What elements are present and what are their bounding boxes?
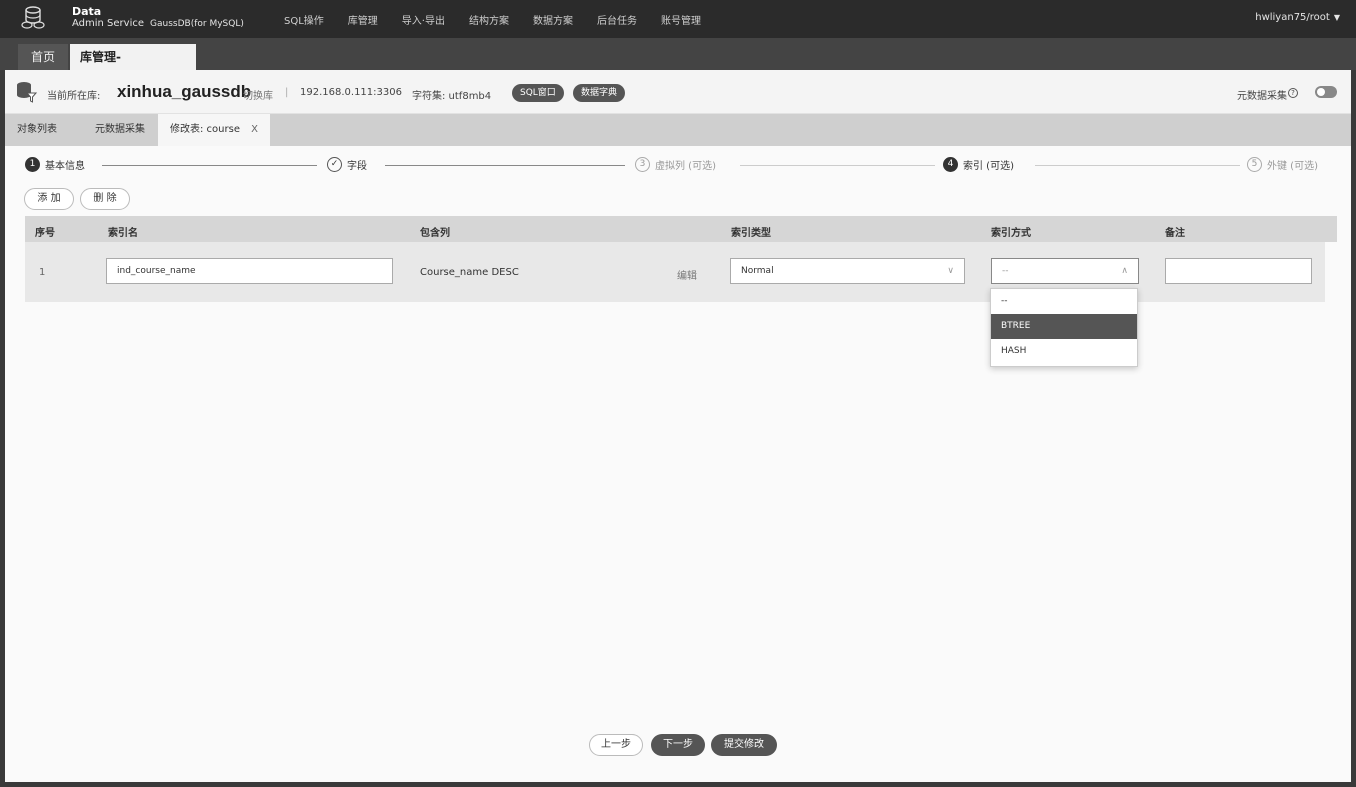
step-label: 字段	[347, 161, 367, 172]
menu-schema-plan[interactable]: 结构方案	[469, 12, 509, 27]
current-db-name: xinhua_gaussdb	[117, 82, 252, 101]
close-icon[interactable]: X	[251, 124, 258, 135]
previous-step-button[interactable]: 上一步	[589, 734, 643, 756]
step-basic-info[interactable]: 1 基本信息	[25, 157, 85, 172]
step-virtual-columns[interactable]: 3 虚拟列 (可选)	[635, 157, 716, 172]
database-info-bar: 当前所在库: xinhua_gaussdb 切换库 | 192.168.0.11…	[5, 70, 1351, 114]
step-label: 外键 (可选)	[1267, 161, 1318, 172]
menu-background-tasks[interactable]: 后台任务	[597, 12, 637, 27]
step-connector	[102, 165, 317, 166]
main-content: 当前所在库: xinhua_gaussdb 切换库 | 192.168.0.11…	[5, 70, 1351, 782]
col-header-index-method: 索引方式	[991, 228, 1031, 239]
index-name-input[interactable]: ind_course_name	[106, 258, 393, 284]
main-menu: SQL操作 库管理 导入·导出 结构方案 数据方案 后台任务 账号管理	[284, 12, 725, 27]
step-connector	[385, 165, 625, 166]
tab-library-management[interactable]: 库管理-xinhua_... X	[70, 44, 196, 90]
edit-columns-link[interactable]: 编辑	[677, 267, 697, 282]
col-header-index-name: 索引名	[108, 228, 138, 239]
user-name: hwliyan75/root	[1255, 12, 1330, 23]
metadata-collect-toggle[interactable]	[1315, 86, 1337, 98]
switch-db-link[interactable]: 切换库	[243, 87, 273, 102]
step-label: 索引 (可选)	[963, 161, 1014, 172]
index-table-header: 序号 索引名 包含列 索引类型 索引方式 备注	[25, 216, 1337, 242]
step-fields[interactable]: ✓ 字段	[327, 157, 367, 172]
sub-tab-bar: 对象列表 元数据采集 修改表: course X	[5, 114, 1351, 146]
charset-label: 字符集: utf8mb4	[412, 91, 492, 102]
step-indexes[interactable]: 4 索引 (可选)	[943, 157, 1014, 172]
subtab-object-list[interactable]: 对象列表	[17, 114, 57, 146]
page-tab-bar: 首页 库管理-xinhua_... X	[0, 38, 1356, 90]
index-method-dropdown: -- BTREE HASH	[990, 288, 1138, 367]
index-method-select[interactable]: -- ∧	[991, 258, 1139, 284]
brand-engine: GaussDB(for MySQL)	[150, 19, 244, 29]
current-db-label: 当前所在库:	[47, 91, 101, 102]
subtab-metadata-collect[interactable]: 元数据采集	[95, 114, 145, 146]
col-header-remark: 备注	[1165, 228, 1185, 239]
database-filter-icon	[17, 82, 37, 103]
chevron-up-icon: ∧	[1121, 266, 1128, 276]
toggle-knob	[1317, 88, 1325, 96]
submit-changes-button[interactable]: 提交修改	[711, 734, 777, 756]
brand-title: Data	[72, 5, 102, 18]
row-seq: 1	[39, 267, 46, 278]
step-connector	[740, 165, 935, 166]
tab-home[interactable]: 首页	[18, 44, 68, 70]
remark-input[interactable]	[1165, 258, 1312, 284]
index-columns: Course_name DESC	[420, 267, 519, 278]
dropdown-option-btree[interactable]: BTREE	[991, 314, 1137, 339]
separator: |	[285, 87, 289, 98]
metadata-collect-label: 元数据采集	[1237, 91, 1287, 102]
step-label: 基本信息	[45, 161, 85, 172]
step-foreign-keys[interactable]: 5 外键 (可选)	[1247, 157, 1318, 172]
check-icon: ✓	[327, 157, 342, 172]
delete-button[interactable]: 删 除	[80, 188, 130, 210]
top-navbar: Data Admin Service GaussDB(for MySQL) SQL…	[0, 0, 1356, 38]
menu-library-management[interactable]: 库管理	[348, 12, 378, 27]
add-button[interactable]: 添 加	[24, 188, 74, 210]
host-address: 192.168.0.111:3306	[300, 87, 402, 98]
database-logo-icon	[21, 6, 45, 29]
brand-subtitle: Admin Service	[72, 18, 145, 29]
dropdown-option-hash[interactable]: HASH	[991, 339, 1137, 364]
user-menu[interactable]: hwliyan75/root ▼	[1255, 12, 1340, 23]
step-number: 3	[635, 157, 650, 172]
menu-data-plan[interactable]: 数据方案	[533, 12, 573, 27]
index-type-value: Normal	[741, 266, 774, 276]
col-header-index-type: 索引类型	[731, 228, 771, 239]
subtab-modify-table[interactable]: 修改表: course X	[158, 114, 271, 146]
menu-account-management[interactable]: 账号管理	[661, 12, 701, 27]
chevron-down-icon: ∨	[947, 266, 954, 276]
step-connector	[1035, 165, 1240, 166]
help-icon[interactable]: ?	[1288, 88, 1298, 98]
wizard-steps: 1 基本信息 ✓ 字段 3 虚拟列 (可选) 4 索引 (可选) 5 外键 (可…	[5, 146, 1351, 186]
step-number: 4	[943, 157, 958, 172]
index-method-value: --	[1002, 266, 1009, 276]
menu-sql-operation[interactable]: SQL操作	[284, 12, 324, 27]
dropdown-option-none[interactable]: --	[991, 289, 1137, 314]
menu-import-export[interactable]: 导入·导出	[402, 12, 445, 27]
col-header-seq: 序号	[35, 228, 55, 239]
sql-window-button[interactable]: SQL窗口	[512, 84, 564, 102]
next-step-button[interactable]: 下一步	[651, 734, 705, 756]
step-label: 虚拟列 (可选)	[655, 161, 716, 172]
step-number: 5	[1247, 157, 1262, 172]
index-type-select[interactable]: Normal ∨	[730, 258, 965, 284]
col-header-columns: 包含列	[420, 228, 450, 239]
data-dictionary-button[interactable]: 数据字典	[573, 84, 626, 102]
caret-down-icon: ▼	[1333, 13, 1340, 22]
subtab-modify-table-label: 修改表: course	[170, 124, 240, 135]
step-number: 1	[25, 157, 40, 172]
brand: Data Admin Service GaussDB(for MySQL)	[72, 6, 244, 30]
